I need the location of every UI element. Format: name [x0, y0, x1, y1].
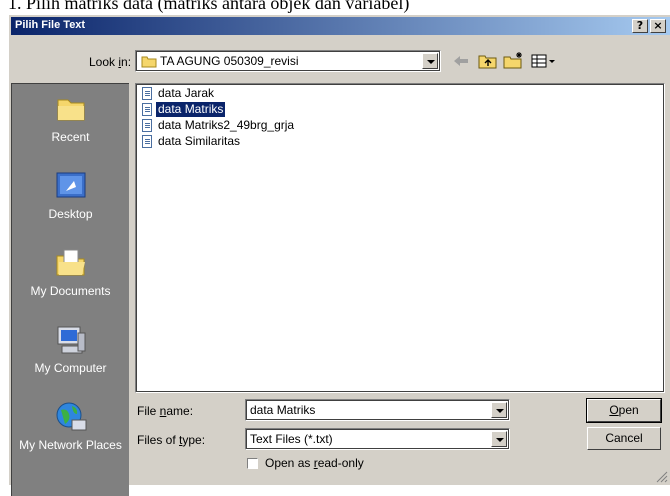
place-recent[interactable]: Recent: [12, 92, 129, 144]
file-type-dropdown-button[interactable]: [491, 431, 507, 447]
place-desktop-label: Desktop: [48, 207, 93, 221]
places-bar: Recent Desktop My Documents My Computer …: [11, 83, 129, 496]
place-network-label: My Network Places: [19, 438, 122, 452]
place-network[interactable]: My Network Places: [12, 400, 129, 452]
place-recent-label: Recent: [51, 130, 90, 144]
help-button[interactable]: ?: [632, 19, 648, 33]
text-file-icon: [142, 103, 152, 116]
file-name-dropdown-button[interactable]: [491, 402, 507, 418]
close-button[interactable]: ×: [650, 19, 666, 33]
file-name-input[interactable]: data Matriks: [250, 403, 315, 417]
my-documents-icon: [54, 246, 88, 280]
file-name-combo[interactable]: data Matriks: [245, 399, 510, 421]
back-arrow-icon[interactable]: [452, 53, 470, 71]
instruction-caption: 1. Pilih matriks data (matriks antara ob…: [8, 0, 410, 13]
file-type-combo[interactable]: Text Files (*.txt): [245, 428, 510, 450]
read-only-checkbox[interactable]: [247, 458, 258, 469]
file-type-label: Files of type:: [137, 433, 206, 447]
folder-icon: [141, 56, 157, 68]
place-my-documents[interactable]: My Documents: [12, 246, 129, 298]
view-menu-icon[interactable]: [531, 53, 557, 71]
text-file-icon: [142, 135, 152, 148]
desktop-icon: [54, 169, 88, 203]
text-file-icon: [142, 119, 152, 132]
look-in-value: TA AGUNG 050309_revisi: [160, 54, 299, 68]
text-file-icon: [142, 87, 152, 100]
file-list[interactable]: data Jarak data Matriks data Matriks2_49…: [135, 83, 665, 393]
my-computer-icon: [54, 323, 88, 357]
place-my-documents-label: My Documents: [30, 284, 111, 298]
place-my-computer[interactable]: My Computer: [12, 323, 129, 375]
network-places-icon: [54, 400, 88, 434]
resize-grip-icon[interactable]: [656, 471, 668, 483]
new-folder-icon[interactable]: [503, 51, 525, 69]
open-button[interactable]: Open: [586, 398, 662, 423]
open-file-dialog: Pilih File Text ? × Look in: TA AGUNG 05…: [8, 14, 670, 496]
look-in-dropdown-button[interactable]: [422, 53, 438, 69]
dialog-title: Pilih File Text: [15, 19, 86, 31]
look-in-label: Look in:: [89, 55, 132, 69]
look-in-combo[interactable]: TA AGUNG 050309_revisi: [135, 50, 441, 72]
title-bar[interactable]: Pilih File Text ? ×: [11, 17, 670, 35]
cancel-button[interactable]: Cancel: [587, 427, 661, 450]
read-only-label: Open as read-only: [265, 456, 364, 470]
file-type-value: Text Files (*.txt): [250, 432, 333, 446]
up-folder-icon[interactable]: [478, 53, 498, 71]
recent-folder-icon: [54, 92, 88, 126]
place-desktop[interactable]: Desktop: [12, 169, 129, 221]
place-my-computer-label: My Computer: [34, 361, 107, 375]
file-name-label: File name:: [137, 404, 194, 418]
